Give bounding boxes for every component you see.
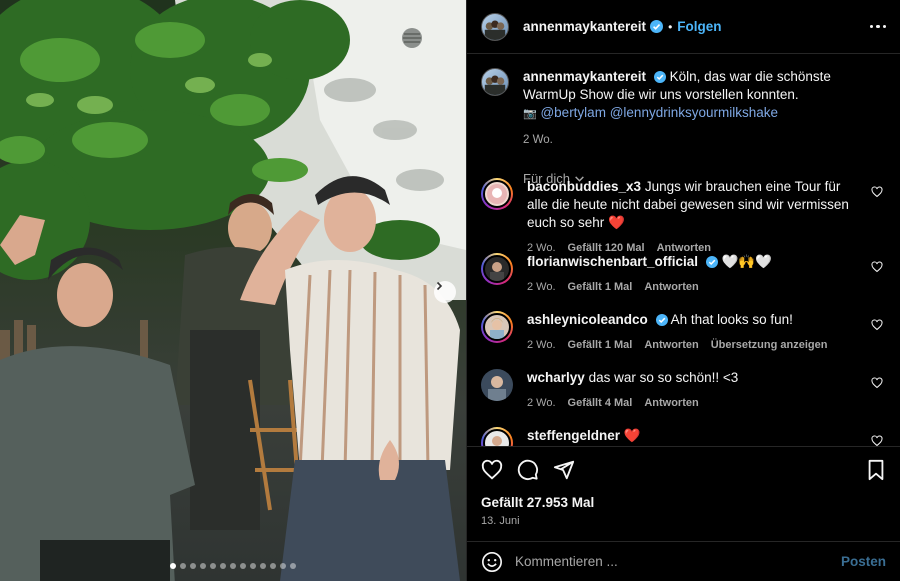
comment-item: florianwischenbart_official 🤍🙌🤍 2 Wo. Ge… <box>481 253 887 296</box>
carousel-dot <box>280 563 286 569</box>
comment-item: wcharlyy das war so so schön!! <3 2 Wo. … <box>481 369 887 412</box>
carousel-dot <box>230 563 236 569</box>
heart-outline-icon[interactable] <box>871 435 883 446</box>
caption-username[interactable]: annenmaykantereit <box>523 69 646 84</box>
carousel-dot <box>270 563 276 569</box>
avatar-image <box>488 376 506 401</box>
likes-count[interactable]: Gefällt 27.953 Mal <box>481 495 886 510</box>
comment-text: 🤍🙌🤍 <box>721 254 773 269</box>
commenter-avatar[interactable] <box>481 311 513 343</box>
author-avatar[interactable] <box>481 12 509 41</box>
comment-composer: Posten <box>467 541 900 581</box>
commenter-avatar[interactable] <box>481 178 513 210</box>
post-comment-button[interactable]: Posten <box>841 554 886 569</box>
carousel-next-icon <box>436 281 443 291</box>
photo-scene <box>0 0 466 581</box>
avatar-image <box>487 184 507 204</box>
band-photo-icon <box>484 20 506 40</box>
commenter-username[interactable]: steffengeldner <box>527 428 620 443</box>
comment-text: Ah that looks so fun! <box>670 312 793 327</box>
carousel-dots <box>0 563 466 569</box>
heart-outline-icon[interactable] <box>871 261 883 273</box>
verified-badge-icon <box>653 71 666 84</box>
comment-text: ❤️ <box>623 428 641 443</box>
caption-timestamp: 2 Wo. <box>523 134 553 146</box>
verified-badge-icon <box>705 256 718 269</box>
post-details-panel: annenmaykantereit • Folgen annenmaykante… <box>466 0 900 581</box>
carousel-next-button[interactable] <box>434 281 456 303</box>
heart-outline-icon[interactable] <box>481 459 503 481</box>
comment-timestamp: 2 Wo. <box>527 397 556 409</box>
post-photo[interactable] <box>0 0 466 581</box>
carousel-dot <box>250 563 256 569</box>
comment-item: ashleynicoleandco Ah that looks so fun! … <box>481 311 887 354</box>
caption-author-avatar[interactable] <box>481 68 509 96</box>
comment-likes-count[interactable]: Gefällt 1 Mal <box>568 336 633 354</box>
header-separator: • <box>668 19 673 34</box>
carousel-dot <box>190 563 196 569</box>
reply-button[interactable]: Antworten <box>644 394 698 412</box>
comments-feed[interactable]: annenmaykantereit Köln, das war die schö… <box>467 55 900 446</box>
verified-badge-icon <box>655 314 668 327</box>
carousel-dot <box>240 563 246 569</box>
comment-timestamp: 2 Wo. <box>527 339 556 351</box>
comment-likes-count[interactable]: Gefällt 1 Mal <box>568 278 633 296</box>
commenter-username[interactable]: ashleynicoleandco <box>527 312 648 327</box>
carousel-dot <box>290 563 296 569</box>
reply-button[interactable]: Antworten <box>644 336 698 354</box>
avatar-image <box>490 262 504 281</box>
comment-text: das war so so schön!! <3 <box>588 370 739 385</box>
comment-item: steffengeldner ❤️ <box>481 427 887 446</box>
heart-outline-icon[interactable] <box>871 186 883 198</box>
avatar-image <box>490 318 504 339</box>
commenter-username[interactable]: wcharlyy <box>527 370 585 385</box>
more-options-icon[interactable] <box>869 24 886 29</box>
carousel-dot <box>220 563 226 569</box>
heart-outline-icon[interactable] <box>871 377 883 389</box>
mention-link[interactable]: @bertylam <box>540 105 605 120</box>
commenter-username[interactable]: florianwischenbart_official <box>527 254 698 269</box>
follow-button[interactable]: Folgen <box>677 19 721 34</box>
post-caption: annenmaykantereit Köln, das war die schö… <box>467 55 900 149</box>
comment-likes-count[interactable]: Gefällt 4 Mal <box>568 394 633 412</box>
commenter-avatar[interactable] <box>481 253 513 285</box>
comment-input[interactable] <box>515 554 841 569</box>
verified-badge-icon <box>650 20 664 33</box>
band-photo-icon <box>484 75 506 95</box>
heart-outline-icon[interactable] <box>871 319 883 331</box>
carousel-dot <box>170 563 176 569</box>
post-header: annenmaykantereit • Folgen <box>467 0 900 54</box>
post-actions: Gefällt 27.953 Mal 13. Juni <box>467 446 900 541</box>
carousel-dot <box>180 563 186 569</box>
post-date: 13. Juni <box>481 515 520 527</box>
share-icon[interactable] <box>553 459 575 481</box>
camera-emoji: 📷 <box>523 108 537 120</box>
comment-icon[interactable] <box>517 459 539 481</box>
comment-item: baconbuddies_x3 Jungs wir brauchen eine … <box>481 178 887 257</box>
carousel-dot <box>200 563 206 569</box>
comment-timestamp: 2 Wo. <box>527 281 556 293</box>
commenter-avatar[interactable] <box>481 427 513 446</box>
carousel-dot <box>260 563 266 569</box>
reply-button[interactable]: Antworten <box>644 278 698 296</box>
translate-button[interactable]: Übersetzung anzeigen <box>711 336 828 354</box>
bookmark-icon[interactable] <box>866 459 886 481</box>
author-username[interactable]: annenmaykantereit <box>523 19 646 34</box>
emoji-icon[interactable] <box>481 551 503 573</box>
commenter-username[interactable]: baconbuddies_x3 <box>527 179 641 194</box>
avatar-image <box>492 436 502 446</box>
mention-link[interactable]: @lennydrinksyourmilkshake <box>610 105 778 120</box>
commenter-avatar[interactable] <box>481 369 513 401</box>
carousel-dot <box>210 563 216 569</box>
